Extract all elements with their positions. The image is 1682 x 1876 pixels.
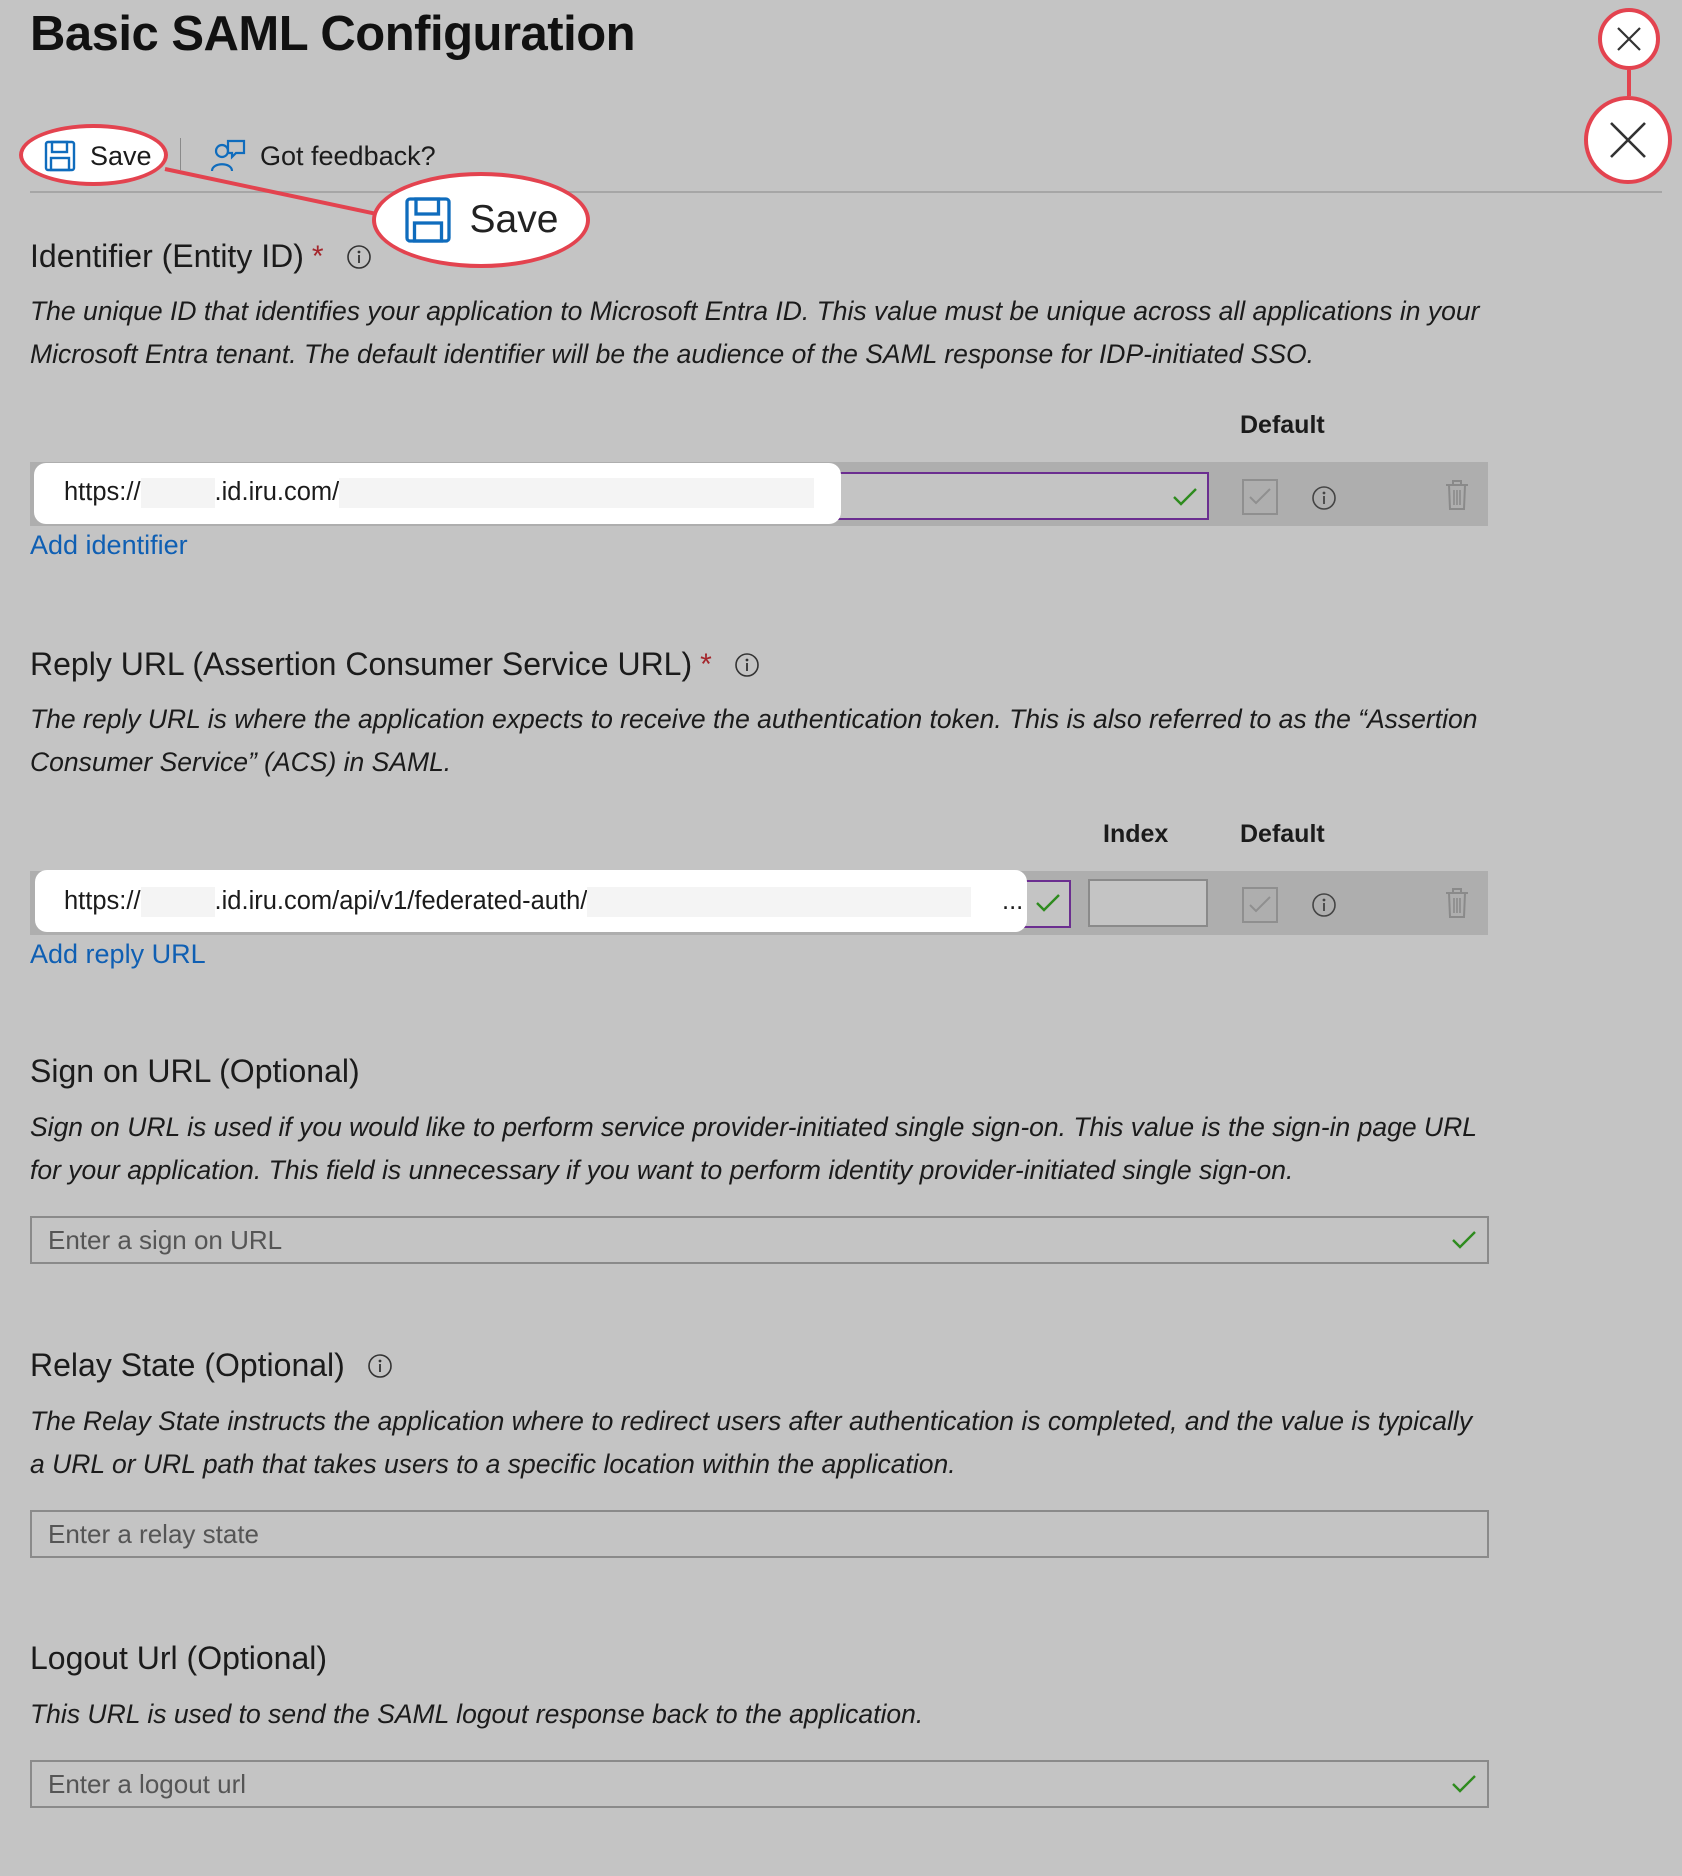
checkbox-icon <box>1249 488 1271 505</box>
trash-icon[interactable] <box>1442 886 1472 920</box>
save-label: Save <box>90 140 152 171</box>
required-marker: * <box>700 647 712 681</box>
checkbox-icon <box>1249 896 1271 913</box>
url-prefix: https:// <box>64 478 141 506</box>
index-input[interactable] <box>1088 879 1208 927</box>
redacted-text <box>339 478 815 509</box>
feedback-button[interactable]: Got feedback? <box>210 134 436 178</box>
identifier-label-text: Identifier (Entity ID) <box>30 238 304 274</box>
checkmark-icon <box>1170 482 1200 512</box>
logout-url-placeholder: Enter a logout url <box>48 1768 247 1799</box>
close-button[interactable] <box>1598 8 1660 70</box>
feedback-label: Got feedback? <box>260 140 436 171</box>
logout-url-description: This URL is used to send the SAML logout… <box>30 1699 924 1729</box>
checkmark-icon <box>1449 1769 1479 1799</box>
default-checkbox[interactable] <box>1242 479 1278 515</box>
sign-on-url-label-text: Sign on URL (Optional) <box>30 1053 360 1089</box>
page-title: Basic SAML Configuration <box>30 7 636 61</box>
info-icon[interactable] <box>346 244 372 270</box>
save-button-callout: Save <box>372 172 590 268</box>
add-identifier-link[interactable]: Add identifier <box>30 530 188 561</box>
save-icon <box>404 197 451 243</box>
relay-state-input[interactable]: Enter a relay state <box>30 1510 1489 1558</box>
index-column-header: Index <box>1103 820 1169 848</box>
close-icon <box>1610 122 1646 158</box>
info-icon[interactable] <box>734 652 760 678</box>
relay-state-label-text: Relay State (Optional) <box>30 1347 345 1383</box>
relay-state-label: Relay State (Optional) <box>30 1347 393 1384</box>
url-domain: .id.iru.com/ <box>214 478 340 506</box>
trash-icon[interactable] <box>1442 478 1472 512</box>
save-icon <box>44 140 76 172</box>
toolbar-separator <box>180 138 181 170</box>
default-checkbox[interactable] <box>1242 887 1278 923</box>
reply-url-value: https:// .id.iru.com/api/v1/federated-aut… <box>64 887 972 918</box>
url-prefix: https:// <box>64 887 141 915</box>
identifier-description: The unique ID that identifies your appli… <box>30 296 1480 369</box>
reply-url-ellipsis: ... <box>1002 887 1024 915</box>
identifier-value: https:// .id.iru.com/ <box>64 478 815 509</box>
relay-state-placeholder: Enter a relay state <box>48 1518 259 1549</box>
default-column-header: Default <box>1240 411 1325 439</box>
save-button[interactable]: Save <box>44 134 152 178</box>
add-reply-url-link[interactable]: Add reply URL <box>30 939 206 970</box>
sign-on-url-label: Sign on URL (Optional) <box>30 1053 360 1090</box>
sign-on-url-input[interactable]: Enter a sign on URL <box>30 1216 1489 1264</box>
close-icon <box>1617 27 1641 51</box>
close-button-callout <box>1584 96 1672 184</box>
info-icon[interactable] <box>367 1353 393 1379</box>
reply-url-label-text: Reply URL (Assertion Consumer Service UR… <box>30 646 693 682</box>
relay-state-description: The Relay State instructs the applicatio… <box>30 1406 1473 1479</box>
logout-url-label: Logout Url (Optional) <box>30 1640 327 1677</box>
reply-url-description: The reply URL is where the application e… <box>30 704 1478 777</box>
identifier-label: Identifier (Entity ID) * <box>30 238 372 275</box>
sign-on-url-placeholder: Enter a sign on URL <box>48 1224 283 1255</box>
checkmark-icon <box>1449 1225 1479 1255</box>
redacted-text <box>587 887 972 918</box>
callout-connector <box>1627 70 1631 96</box>
logout-url-label-text: Logout Url (Optional) <box>30 1640 328 1676</box>
redacted-text <box>140 478 215 509</box>
info-icon[interactable] <box>1310 891 1338 919</box>
default-column-header: Default <box>1240 820 1325 848</box>
reply-url-label: Reply URL (Assertion Consumer Service UR… <box>30 646 760 683</box>
info-icon[interactable] <box>1310 484 1338 512</box>
save-callout-label: Save <box>469 198 559 241</box>
checkmark-icon <box>1033 888 1063 918</box>
sign-on-url-description: Sign on URL is used if you would like to… <box>30 1112 1477 1185</box>
url-path: .id.iru.com/api/v1/federated-auth/ <box>214 887 588 915</box>
feedback-icon <box>210 139 246 172</box>
logout-url-input[interactable]: Enter a logout url <box>30 1760 1489 1808</box>
required-marker: * <box>311 239 324 273</box>
redacted-text <box>140 887 215 918</box>
